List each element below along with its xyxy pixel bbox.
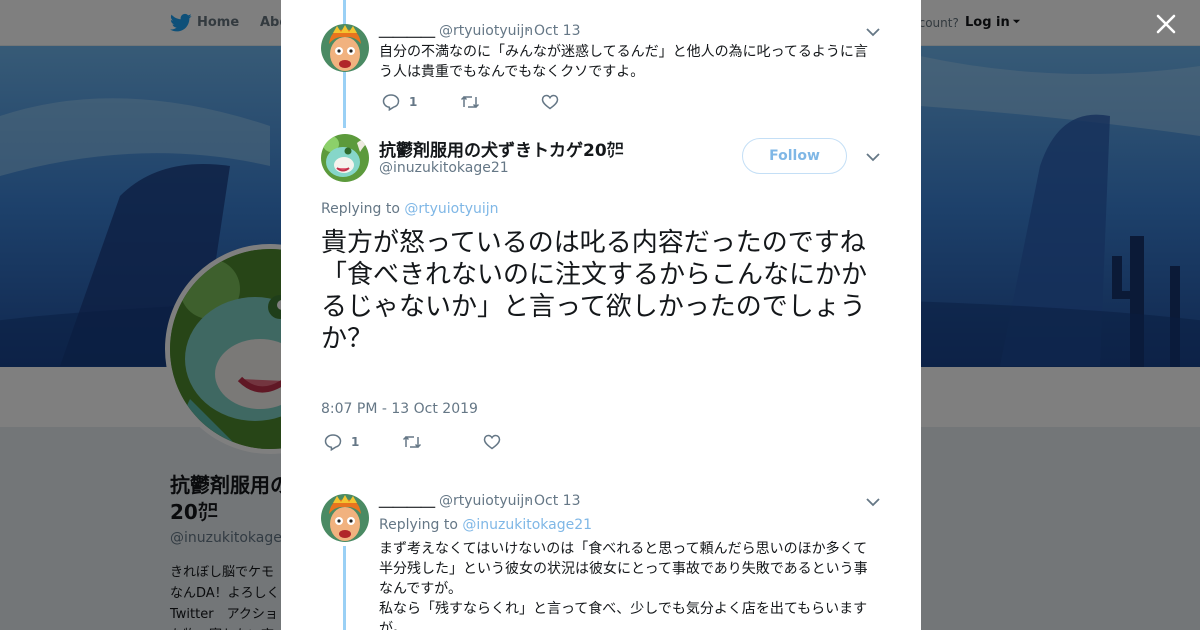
tweet-text: 自分の不満なのに「みんなが迷惑してるんだ」と他人の為に叱ってるように言う人は貴重…: [379, 44, 868, 80]
replying-prefix: Replying to: [321, 201, 400, 217]
thread-line: [343, 546, 346, 630]
dragon-avatar-small: [321, 134, 369, 182]
replying-to-link[interactable]: @inuzukitokage21: [462, 517, 592, 533]
close-icon[interactable]: [1152, 10, 1180, 38]
like-icon[interactable]: [483, 434, 501, 450]
tweet-author-name[interactable]: ＿＿＿＿: [379, 21, 435, 41]
follow-button[interactable]: Follow: [742, 138, 847, 174]
angry-man-avatar: [321, 494, 369, 542]
replying-to-link[interactable]: @rtyuiotyuijn: [404, 201, 498, 217]
tweet-date[interactable]: Oct 13: [534, 493, 580, 509]
main-tweet-text: 貴方が怒っているのは叱る内容だったのですね 「食べきれないのに注文するからこんな…: [321, 228, 868, 354]
like-icon[interactable]: [541, 94, 559, 110]
dot-separator: ·: [526, 493, 531, 509]
tweet-modal: ＿＿＿＿ @rtyuiotyuijn · Oct 13 自分の不満なのに「みんな…: [281, 0, 921, 630]
tweet-date[interactable]: Oct 13: [534, 23, 580, 39]
reply-count: 1: [409, 95, 418, 109]
replying-to: Replying to @inuzukitokage21: [379, 517, 592, 533]
chevron-down-icon[interactable]: [866, 497, 880, 507]
reply-icon[interactable]: [382, 93, 400, 111]
retweet-icon[interactable]: [402, 434, 422, 450]
angry-man-avatar: [321, 24, 369, 72]
chevron-down-icon[interactable]: [866, 27, 880, 37]
retweet-icon[interactable]: [460, 94, 480, 110]
tweet-author-handle[interactable]: @rtyuiotyuijn: [439, 23, 533, 39]
replying-prefix: Replying to: [379, 517, 458, 533]
dot-separator: ·: [526, 23, 531, 39]
reply-count: 1: [351, 435, 360, 449]
avatar[interactable]: [321, 24, 369, 72]
tweet-author-name[interactable]: ＿＿＿＿: [379, 491, 435, 511]
avatar[interactable]: [321, 134, 369, 182]
tweet-author-handle[interactable]: @inuzukitokage21: [379, 160, 509, 176]
avatar[interactable]: [321, 494, 369, 542]
tweet-author-handle[interactable]: @rtyuiotyuijn: [439, 493, 533, 509]
chevron-down-icon[interactable]: [866, 152, 880, 162]
tweet-author-name[interactable]: 抗鬱剤服用の犬ずきトカゲ20㌍: [379, 136, 624, 161]
tweet-timestamp[interactable]: 8:07 PM - 13 Oct 2019: [321, 401, 478, 417]
replying-to: Replying to @rtyuiotyuijn: [321, 201, 499, 217]
tweet-text: まず考えなくてはいけないのは「食べれると思って頼んだら思いのほか多くて半分残した…: [379, 541, 868, 630]
reply-icon[interactable]: [324, 433, 342, 451]
